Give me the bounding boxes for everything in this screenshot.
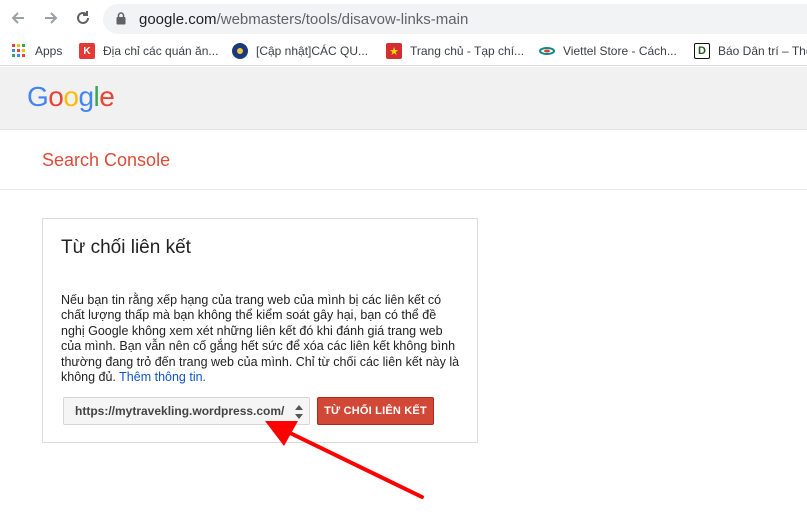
bookmark-apps[interactable]: Apps bbox=[11, 42, 62, 60]
star-flag-icon: ★ bbox=[386, 43, 402, 59]
learn-more-link[interactable]: Thêm thông tin. bbox=[119, 370, 206, 384]
select-arrows-icon bbox=[295, 405, 303, 419]
bookmark-item[interactable]: K Địa chỉ các quán ăn... bbox=[79, 42, 218, 60]
product-title[interactable]: Search Console bbox=[42, 150, 170, 171]
bookmark-label: Báo Dân trí – Thô bbox=[718, 44, 807, 58]
logo-letter: G bbox=[27, 81, 49, 112]
logo-letter: o bbox=[48, 81, 64, 112]
url-path: /webmasters/tools/disavow-links-main bbox=[216, 11, 469, 28]
forward-arrow-icon bbox=[45, 12, 58, 24]
apps-grid-icon bbox=[11, 43, 27, 59]
url-text: google.com/webmasters/tools/disavow-link… bbox=[139, 11, 468, 28]
bookmark-label: Trang chủ - Tạp chí... bbox=[410, 44, 525, 58]
google-header: Google bbox=[0, 67, 807, 130]
logo-letter: e bbox=[99, 81, 115, 112]
card-description: Nếu bạn tin rằng xếp hạng của trang web … bbox=[61, 293, 463, 385]
site-select[interactable]: https://mytravekling.wordpress.com/ bbox=[63, 397, 310, 425]
address-bar[interactable]: google.com/webmasters/tools/disavow-link… bbox=[103, 4, 807, 34]
bookmark-label: [Cập nhật]CÁC QU... bbox=[256, 44, 369, 58]
site-select-value: https://mytravekling.wordpress.com/ bbox=[75, 404, 285, 418]
bookmark-label: Viettel Store - Cách... bbox=[563, 44, 677, 58]
google-logo[interactable]: Google bbox=[27, 81, 115, 113]
logo-letter: o bbox=[63, 81, 79, 112]
d-logo-icon: D bbox=[694, 43, 710, 59]
forward-button[interactable] bbox=[40, 7, 62, 29]
viettel-icon bbox=[539, 43, 555, 59]
reload-button[interactable] bbox=[72, 7, 94, 29]
back-arrow-icon bbox=[11, 12, 24, 24]
k-logo-icon: K bbox=[79, 43, 95, 59]
globe-badge-icon bbox=[232, 43, 248, 59]
bookmarks-bar: Apps K Địa chỉ các quán ăn... [Cập nhật]… bbox=[0, 36, 807, 66]
product-bar: Search Console bbox=[0, 131, 807, 190]
disavow-card: Từ chối liên kết Nếu bạn tin rằng xếp hạ… bbox=[42, 218, 478, 443]
url-host: google.com bbox=[139, 11, 217, 28]
reload-icon bbox=[77, 11, 89, 24]
bookmark-item[interactable]: [Cập nhật]CÁC QU... bbox=[232, 42, 368, 60]
card-title: Từ chối liên kết bbox=[61, 237, 191, 258]
bookmark-item[interactable]: D Báo Dân trí – Thô bbox=[694, 42, 807, 60]
browser-toolbar: google.com/webmasters/tools/disavow-link… bbox=[0, 0, 807, 36]
bookmark-item[interactable]: Viettel Store - Cách... bbox=[539, 42, 677, 60]
lock-icon bbox=[116, 12, 126, 25]
back-button[interactable] bbox=[7, 7, 29, 29]
logo-letter: g bbox=[78, 81, 94, 112]
disavow-links-button[interactable]: TỪ CHỐI LIÊN KẾT bbox=[317, 397, 434, 425]
bookmark-label: Apps bbox=[35, 44, 63, 58]
bookmark-label: Địa chỉ các quán ăn... bbox=[103, 44, 219, 58]
bookmark-item[interactable]: ★ Trang chủ - Tạp chí... bbox=[386, 42, 524, 60]
